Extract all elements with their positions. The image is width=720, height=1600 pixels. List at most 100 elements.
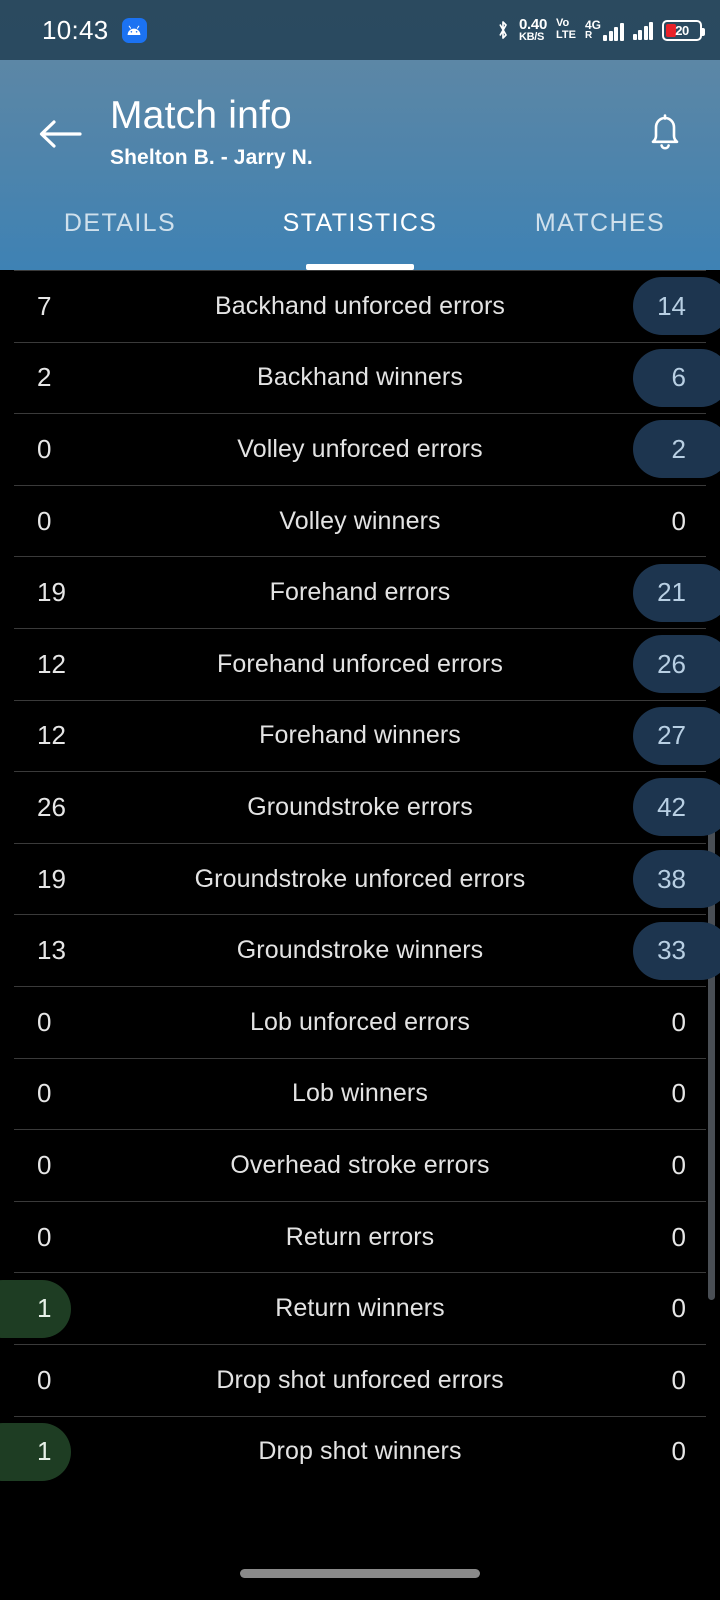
stat-label: Return errors <box>285 1222 435 1251</box>
home-value-cell: 19 <box>0 557 176 628</box>
stat-label: Drop shot unforced errors <box>216 1365 504 1394</box>
stat-label: Lob unforced errors <box>249 1007 471 1036</box>
tab-statistics[interactable]: STATISTICS <box>240 192 480 270</box>
tab-matches[interactable]: MATCHES <box>480 192 720 270</box>
stat-label: Return winners <box>275 1294 445 1323</box>
home-value-cell: 0 <box>0 414 176 485</box>
network-speed-value: 0.40 <box>519 16 548 33</box>
tab-matches-label: MATCHES <box>534 208 666 237</box>
home-value: 0 <box>37 1078 52 1109</box>
network-speed-unit: KB/S <box>519 31 545 43</box>
table-row[interactable]: 19 Forehand errors 21 <box>0 557 720 628</box>
statistics-list[interactable]: 7 Backhand unforced errors 14 2 Backhand win… <box>0 270 720 1600</box>
stat-label: Lob winners <box>292 1079 428 1108</box>
home-value-cell: 0 <box>0 987 176 1058</box>
table-row[interactable]: 0 Return errors 0 <box>0 1202 720 1273</box>
table-row[interactable]: 12 Forehand winners 27 <box>0 701 720 772</box>
away-value-cell: 0 <box>544 1273 720 1344</box>
away-value: 0 <box>671 1293 686 1324</box>
away-value: 14 <box>657 290 686 321</box>
notification-button[interactable] <box>638 108 692 162</box>
table-row[interactable]: 12 Forehand unforced errors 26 <box>0 629 720 700</box>
table-row[interactable]: 1 Drop shot winners 0 <box>0 1417 720 1488</box>
back-button[interactable] <box>34 108 86 160</box>
away-value: 0 <box>671 1221 686 1252</box>
stat-label: Volley unforced errors <box>237 434 483 463</box>
home-value: 0 <box>37 433 52 464</box>
stat-label-cell: Lob unforced errors <box>176 1008 544 1037</box>
away-value: 26 <box>657 648 686 679</box>
home-value: 19 <box>37 863 66 894</box>
stat-label-cell: Drop shot unforced errors <box>176 1366 544 1395</box>
away-value: 38 <box>657 863 686 894</box>
android-icon <box>121 17 147 43</box>
away-value-cell: 0 <box>544 486 720 557</box>
table-row[interactable]: 0 Volley winners 0 <box>0 486 720 557</box>
stat-label-cell: Forehand winners <box>176 721 544 750</box>
home-value-cell: 12 <box>0 629 176 700</box>
away-value-cell: 33 <box>544 915 720 986</box>
home-value: 0 <box>37 1221 52 1252</box>
table-row[interactable]: 0 Drop shot unforced errors 0 <box>0 1345 720 1416</box>
battery-percent: 20 <box>675 22 689 38</box>
home-highlight-pill <box>0 1422 71 1481</box>
away-value: 0 <box>671 1436 686 1467</box>
away-value-cell: 0 <box>544 1345 720 1416</box>
home-value-cell: 7 <box>0 271 176 342</box>
home-value-cell: 0 <box>0 486 176 557</box>
table-row[interactable]: 26 Groundstroke errors 42 <box>0 772 720 843</box>
table-row[interactable]: 7 Backhand unforced errors 14 <box>0 271 720 342</box>
away-value: 0 <box>671 1364 686 1395</box>
stat-label: Forehand unforced errors <box>217 649 503 678</box>
stat-label-cell: Groundstroke winners <box>176 936 544 965</box>
statistics-rows: 7 Backhand unforced errors 14 2 Backhand win… <box>0 271 720 1487</box>
home-value-cell: 26 <box>0 772 176 843</box>
stat-label: Backhand unforced errors <box>214 291 506 320</box>
away-value: 0 <box>671 505 686 536</box>
tab-bar[interactable]: DETAILS STATISTICS MATCHES <box>0 192 720 270</box>
away-value: 0 <box>671 1078 686 1109</box>
table-row[interactable]: 0 Volley unforced errors 2 <box>0 414 720 485</box>
table-row[interactable]: 13 Groundstroke winners 33 <box>0 915 720 986</box>
home-value: 19 <box>37 577 66 608</box>
table-row[interactable]: 2 Backhand winners 6 <box>0 343 720 414</box>
network-type-label: 4G R <box>585 19 601 41</box>
network-speed: 0.40 KB/S <box>519 17 547 43</box>
home-value: 0 <box>37 1364 52 1395</box>
stat-label-cell: Drop shot winners <box>176 1437 544 1466</box>
away-value-cell: 6 <box>544 343 720 414</box>
away-value-cell: 0 <box>544 1417 720 1488</box>
stat-label: Forehand errors <box>269 578 451 607</box>
home-value-cell: 13 <box>0 915 176 986</box>
stat-label: Backhand winners <box>257 363 463 392</box>
table-row[interactable]: 1 Return winners 0 <box>0 1273 720 1344</box>
stat-label: Overhead stroke errors <box>230 1150 490 1179</box>
signal-sim1: 4G R <box>585 19 624 41</box>
table-row[interactable]: 0 Lob winners 0 <box>0 1059 720 1130</box>
tab-details[interactable]: DETAILS <box>0 192 240 270</box>
home-value: 0 <box>37 1149 52 1180</box>
home-value: 13 <box>37 935 66 966</box>
app-bar-top: Match info Shelton B. - Jarry N. <box>0 60 720 188</box>
table-row[interactable]: 0 Overhead stroke errors 0 <box>0 1130 720 1201</box>
bluetooth-icon <box>499 21 507 39</box>
home-value-cell: 1 <box>0 1417 176 1488</box>
home-gesture-pill[interactable] <box>240 1569 480 1578</box>
battery-icon: 20 <box>662 19 705 41</box>
stat-label-cell: Backhand winners <box>176 363 544 392</box>
table-row[interactable]: 0 Lob unforced errors 0 <box>0 987 720 1058</box>
status-bar-left: 10:43 <box>42 15 147 46</box>
stat-label-cell: Return errors <box>176 1223 544 1252</box>
volte-icon: Vo LTE <box>556 18 576 41</box>
stat-label-cell: Groundstroke errors <box>176 793 544 822</box>
away-value: 27 <box>657 720 686 751</box>
stat-label-cell: Backhand unforced errors <box>176 292 544 321</box>
android-glyph <box>127 25 141 35</box>
tab-statistics-label: STATISTICS <box>282 208 438 237</box>
stat-label: Groundstroke errors <box>247 792 473 821</box>
home-value-cell: 0 <box>0 1202 176 1273</box>
home-value-cell: 12 <box>0 701 176 772</box>
table-row[interactable]: 19 Groundstroke unforced errors 38 <box>0 844 720 915</box>
home-value: 1 <box>37 1293 52 1324</box>
stat-label-cell: Return winners <box>176 1294 544 1323</box>
